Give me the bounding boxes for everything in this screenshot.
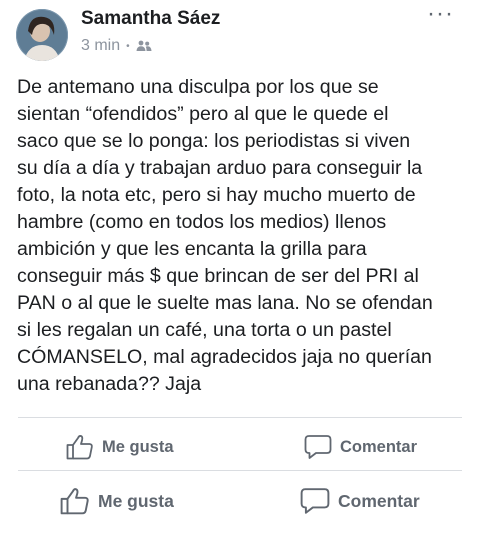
like-label: Me gusta [102,437,174,456]
comment-label: Comentar [338,490,420,511]
more-options-icon[interactable]: ··· [427,2,454,26]
divider [18,470,462,471]
comment-button[interactable]: Comentar [304,434,417,460]
author-name[interactable]: Samantha Sáez [81,8,220,30]
comment-bubble-icon [300,488,330,514]
comment-bubble-icon [304,435,332,459]
post-text: De antemano una disculpa por los que se … [17,76,433,395]
like-button[interactable]: Me gusta [60,487,174,515]
divider [18,417,462,418]
comment-button[interactable]: Comentar [300,487,420,515]
facebook-post: Samantha Sáez 3 min • ··· De antemano un… [0,0,480,538]
comment-label: Comentar [340,437,418,456]
friends-icon [136,40,152,51]
avatar[interactable] [16,9,68,61]
post-timestamp[interactable]: 3 min [81,37,120,55]
thumbs-up-icon [60,488,89,515]
like-button[interactable]: Me gusta [66,434,174,460]
like-label: Me gusta [98,490,174,511]
avatar-photo [16,9,68,61]
post-meta: 3 min • [81,37,152,55]
thumbs-up-icon [66,435,93,460]
meta-separator: • [126,40,130,52]
